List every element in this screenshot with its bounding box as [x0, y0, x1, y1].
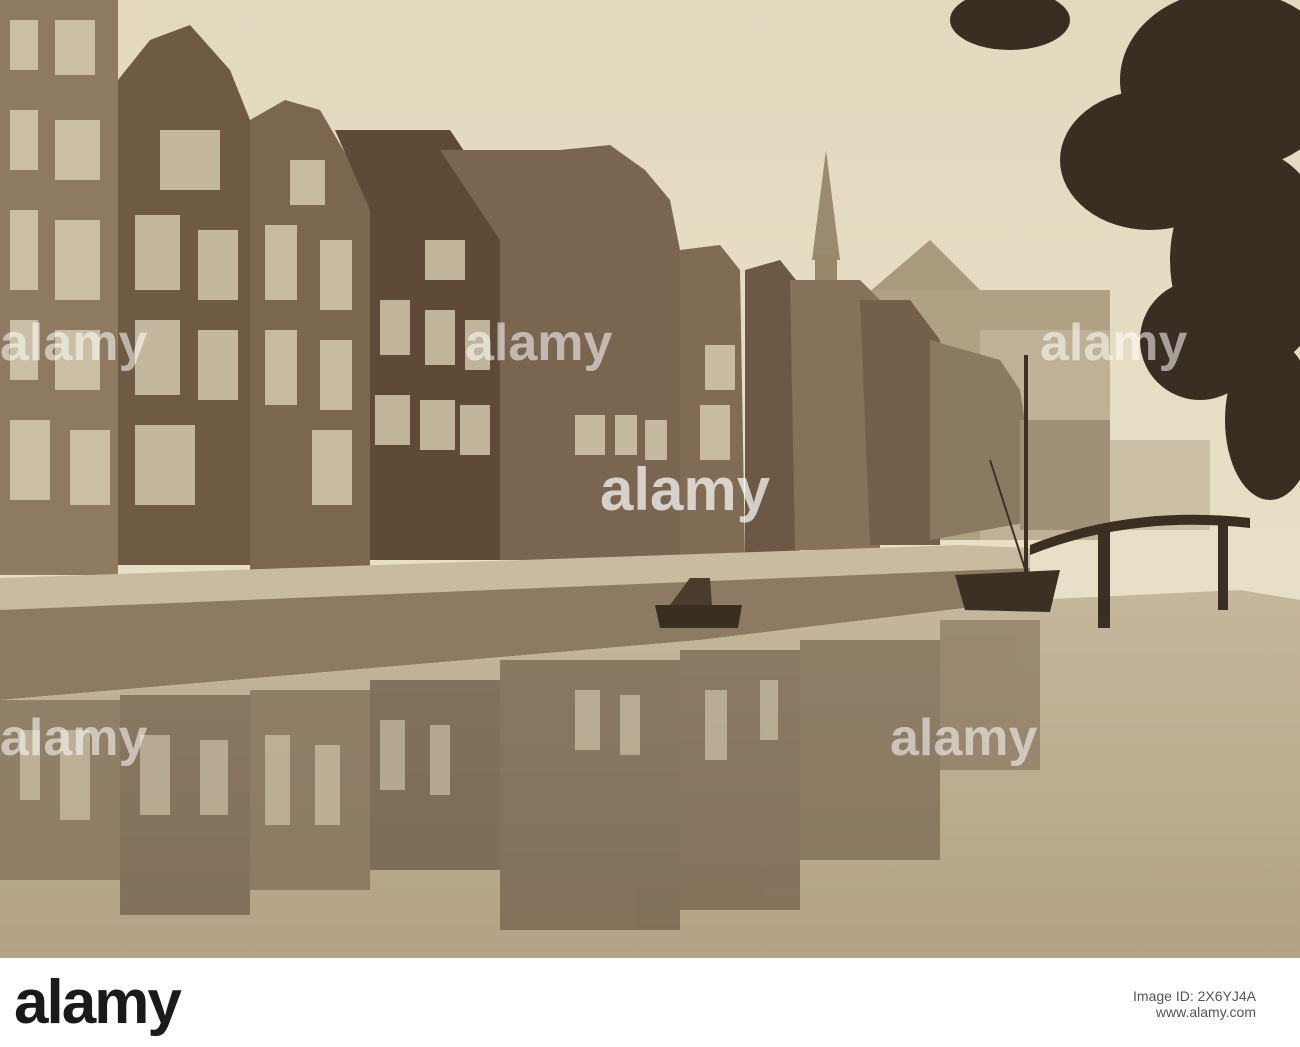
- footer-logo: alamy: [14, 968, 182, 1037]
- svg-text:alamy: alamy: [0, 709, 148, 767]
- canal-photograph: alamy alamy alamy alamy alamy alamy: [0, 0, 1300, 958]
- svg-text:alamy: alamy: [0, 314, 148, 372]
- footer-url: www.alamy.com: [1155, 1004, 1256, 1020]
- footer-image-info: Image ID: 2X6YJ4A www.alamy.com: [1133, 988, 1256, 1020]
- stock-footer: alamy Image ID: 2X6YJ4A www.alamy.com: [0, 958, 1300, 1047]
- svg-text:alamy: alamy: [890, 709, 1038, 767]
- svg-text:alamy: alamy: [1040, 314, 1188, 372]
- svg-text:alamy: alamy: [465, 314, 613, 372]
- watermark-center: alamy: [600, 456, 771, 523]
- svg-text:alamy: alamy: [600, 456, 771, 523]
- image-id-label: Image ID: 2X6YJ4A: [1133, 988, 1256, 1004]
